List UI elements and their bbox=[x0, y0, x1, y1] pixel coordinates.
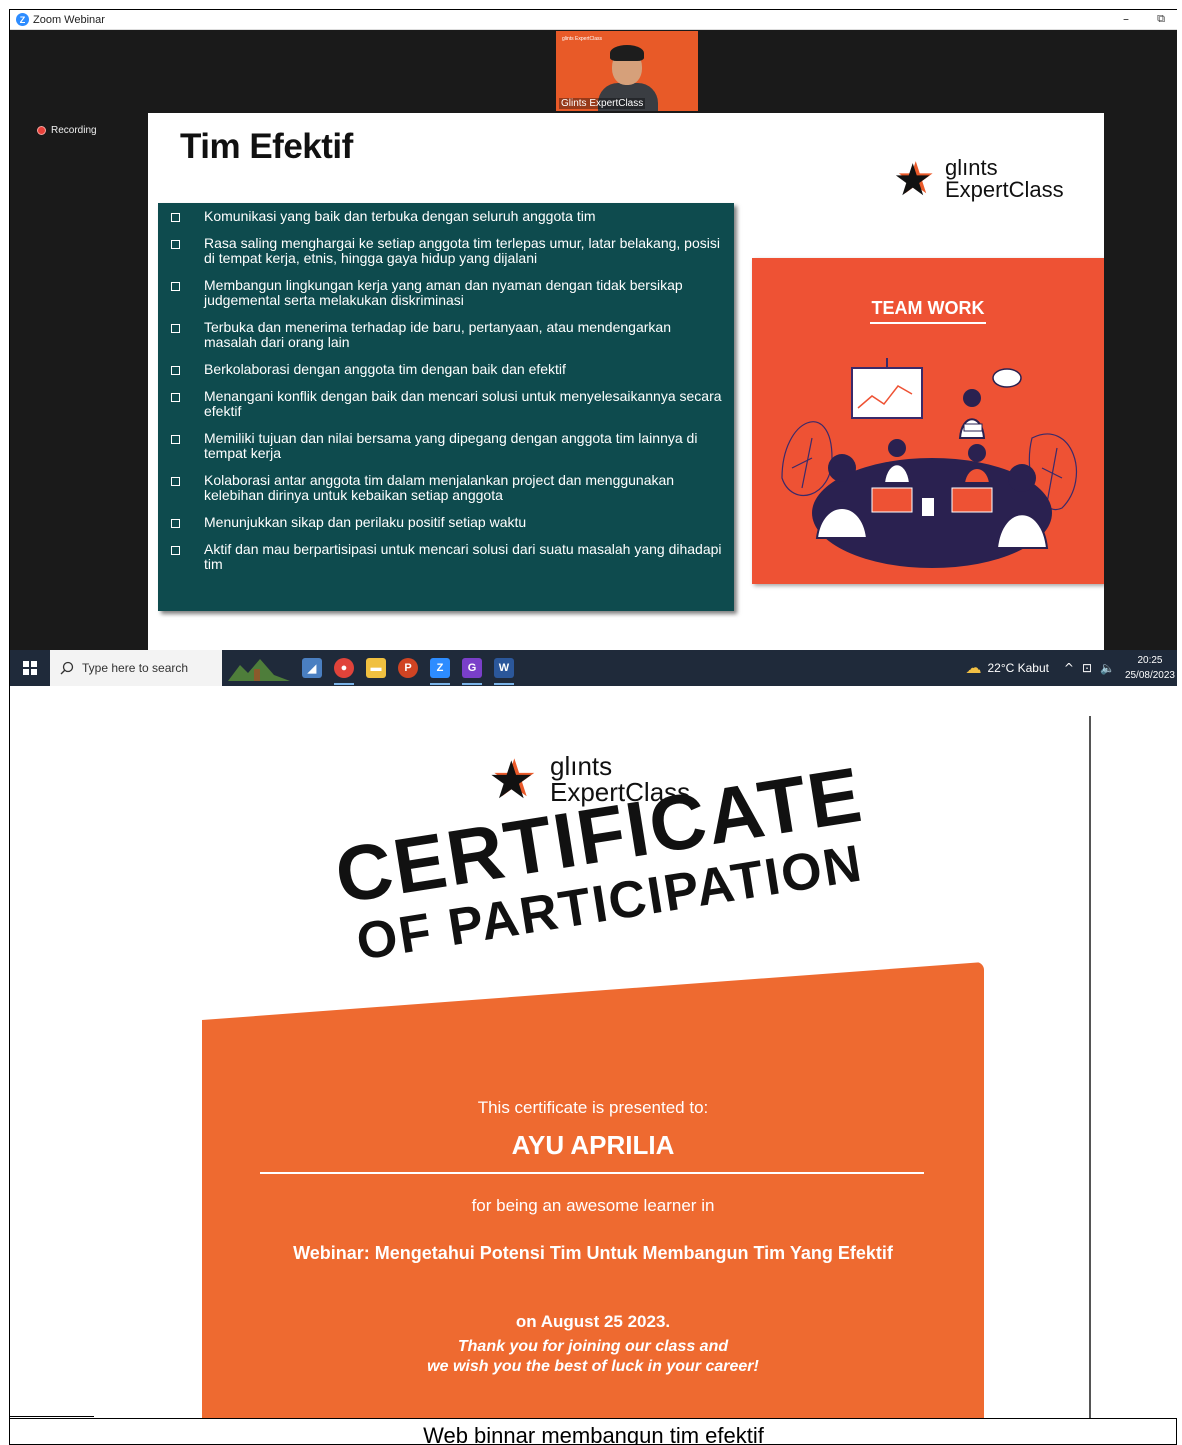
checkbox-bullet-icon bbox=[171, 282, 180, 291]
checkbox-bullet-icon bbox=[171, 213, 180, 222]
glints-logo: ★ ★ glınts ExpertClass bbox=[893, 153, 1064, 206]
taskbar-app-folder[interactable]: ▬ bbox=[360, 650, 392, 686]
list-item: Berkolaborasi dengan anggota tim dengan … bbox=[168, 362, 724, 377]
list-item: Komunikasi yang baik dan terbuka dengan … bbox=[168, 209, 724, 224]
windows-logo-icon bbox=[23, 661, 37, 675]
logo-word-glints: glınts bbox=[945, 155, 998, 180]
taskbar-app-powerpoint[interactable]: P bbox=[392, 650, 424, 686]
divider bbox=[1089, 716, 1091, 1418]
minimize-button[interactable]: – bbox=[1123, 12, 1129, 26]
video-background-logo: glints ExpertClass bbox=[562, 36, 603, 42]
list-item: Menangani konflik dengan baik dan mencar… bbox=[168, 389, 724, 419]
weather-text: 22°C Kabut bbox=[987, 661, 1049, 675]
shared-slide: Tim Efektif ★ ★ glınts ExpertClass Komuni… bbox=[148, 113, 1104, 660]
team-work-card: TEAM WORK bbox=[752, 258, 1104, 584]
taskbar-app-file-manager[interactable]: ◢ bbox=[296, 650, 328, 686]
clock-time: 20:25 bbox=[1137, 655, 1163, 666]
list-item: Terbuka dan menerima terhadap ide baru, … bbox=[168, 320, 724, 350]
news-widget-icon[interactable] bbox=[222, 650, 296, 686]
list-item: Rasa saling menghargai ke setiap anggota… bbox=[168, 236, 724, 266]
team-work-illustration bbox=[781, 358, 1077, 568]
course-title: Webinar: Mengetahui Potensi Tim Untuk Me… bbox=[293, 1243, 893, 1263]
star-icon: ★ ★ bbox=[893, 153, 936, 206]
certificate-image: ★ ★ glınts ExpertClass CERTIFICATE OF PAR… bbox=[10, 686, 1177, 1418]
list-item: Menunjukkan sikap dan perilaku positif s… bbox=[168, 515, 724, 530]
recipient-name: AYU APRILIA bbox=[511, 1130, 675, 1160]
logo-word-expertclass: ExpertClass bbox=[945, 177, 1064, 202]
title-bar: Z Zoom Webinar – ⧉ bbox=[10, 10, 1177, 30]
zoom-window: Z Zoom Webinar – ⧉ glints ExpertClass Gl… bbox=[10, 10, 1177, 686]
start-button[interactable] bbox=[10, 650, 50, 686]
system-tray: ^ ⊡ 🔈 bbox=[1064, 650, 1115, 686]
caption-tick bbox=[10, 1416, 94, 1417]
taskbar-search-box[interactable]: Type here to search bbox=[50, 650, 222, 686]
list-item: Aktif dan mau berpartisipasi untuk menca… bbox=[168, 542, 724, 572]
list-item: Memiliki tujuan dan nilai bersama yang d… bbox=[168, 431, 724, 461]
slide-title: Tim Efektif bbox=[180, 127, 353, 166]
course-date: on August 25 2023. bbox=[515, 1312, 671, 1331]
recording-label: Recording bbox=[51, 125, 97, 136]
presented-to-text: This certificate is presented to: bbox=[477, 1098, 709, 1117]
checkbox-bullet-icon bbox=[171, 393, 180, 402]
figure-caption: Web binnar membangun tim efektif bbox=[10, 1418, 1177, 1445]
taskbar-app-pdf[interactable]: G bbox=[456, 650, 488, 686]
network-icon[interactable]: ⊡ bbox=[1082, 661, 1092, 675]
search-placeholder: Type here to search bbox=[82, 661, 189, 675]
list-item: Membangun lingkungan kerja yang aman dan… bbox=[168, 278, 724, 308]
certificate-panel: This certificate is presented to: AYU AP… bbox=[202, 962, 984, 1418]
speaker-name: Glints ExpertClass bbox=[559, 98, 646, 109]
clock[interactable]: 20:25 25/08/2023 bbox=[1125, 653, 1175, 683]
window-title: Zoom Webinar bbox=[33, 13, 105, 26]
recording-indicator: Recording bbox=[37, 125, 97, 136]
checkbox-bullet-icon bbox=[171, 324, 180, 333]
team-work-title: TEAM WORK bbox=[871, 298, 985, 318]
weather-icon: ☁ bbox=[965, 660, 982, 677]
title-underline bbox=[870, 322, 986, 324]
checkbox-bullet-icon bbox=[171, 366, 180, 375]
restore-button[interactable]: ⧉ bbox=[1157, 12, 1165, 26]
checkbox-bullet-icon bbox=[171, 240, 180, 249]
name-underline bbox=[260, 1172, 924, 1174]
chevron-up-icon[interactable]: ^ bbox=[1064, 661, 1074, 675]
checkbox-bullet-icon bbox=[171, 477, 180, 486]
checkbox-bullet-icon bbox=[171, 519, 180, 528]
taskbar-app-chrome[interactable]: ● bbox=[328, 650, 360, 686]
zoom-app-icon: Z bbox=[16, 13, 29, 26]
team-traits-list: Komunikasi yang baik dan terbuka dengan … bbox=[158, 203, 734, 611]
search-icon bbox=[60, 661, 74, 675]
star-icon: ★ ★ bbox=[488, 749, 538, 811]
list-item: Kolaborasi antar anggota tim dalam menja… bbox=[168, 473, 724, 503]
checkbox-bullet-icon bbox=[171, 435, 180, 444]
thank-you-message: Thank you for joining our class and we w… bbox=[202, 1337, 984, 1377]
clock-date: 25/08/2023 bbox=[1124, 670, 1175, 681]
windows-taskbar: Type here to search ◢ ● ▬ P Z G W ☁ 22°C… bbox=[10, 650, 1177, 686]
taskbar-app-zoom[interactable]: Z bbox=[424, 650, 456, 686]
logo-word-glints: glınts bbox=[550, 751, 613, 781]
checkbox-bullet-icon bbox=[171, 546, 180, 555]
thank-you-line-1: Thank you for joining our class and bbox=[457, 1338, 729, 1355]
for-being-text: for being an awesome learner in bbox=[471, 1196, 715, 1215]
thank-you-line-2: we wish you the best of luck in your car… bbox=[427, 1358, 759, 1375]
taskbar-app-word[interactable]: W bbox=[488, 650, 520, 686]
volume-icon[interactable]: 🔈 bbox=[1100, 661, 1115, 675]
recording-dot-icon bbox=[37, 126, 46, 135]
weather-widget[interactable]: ☁ 22°C Kabut bbox=[965, 650, 1049, 686]
speaker-video-tile[interactable]: glints ExpertClass Glints ExpertClass bbox=[556, 31, 698, 111]
